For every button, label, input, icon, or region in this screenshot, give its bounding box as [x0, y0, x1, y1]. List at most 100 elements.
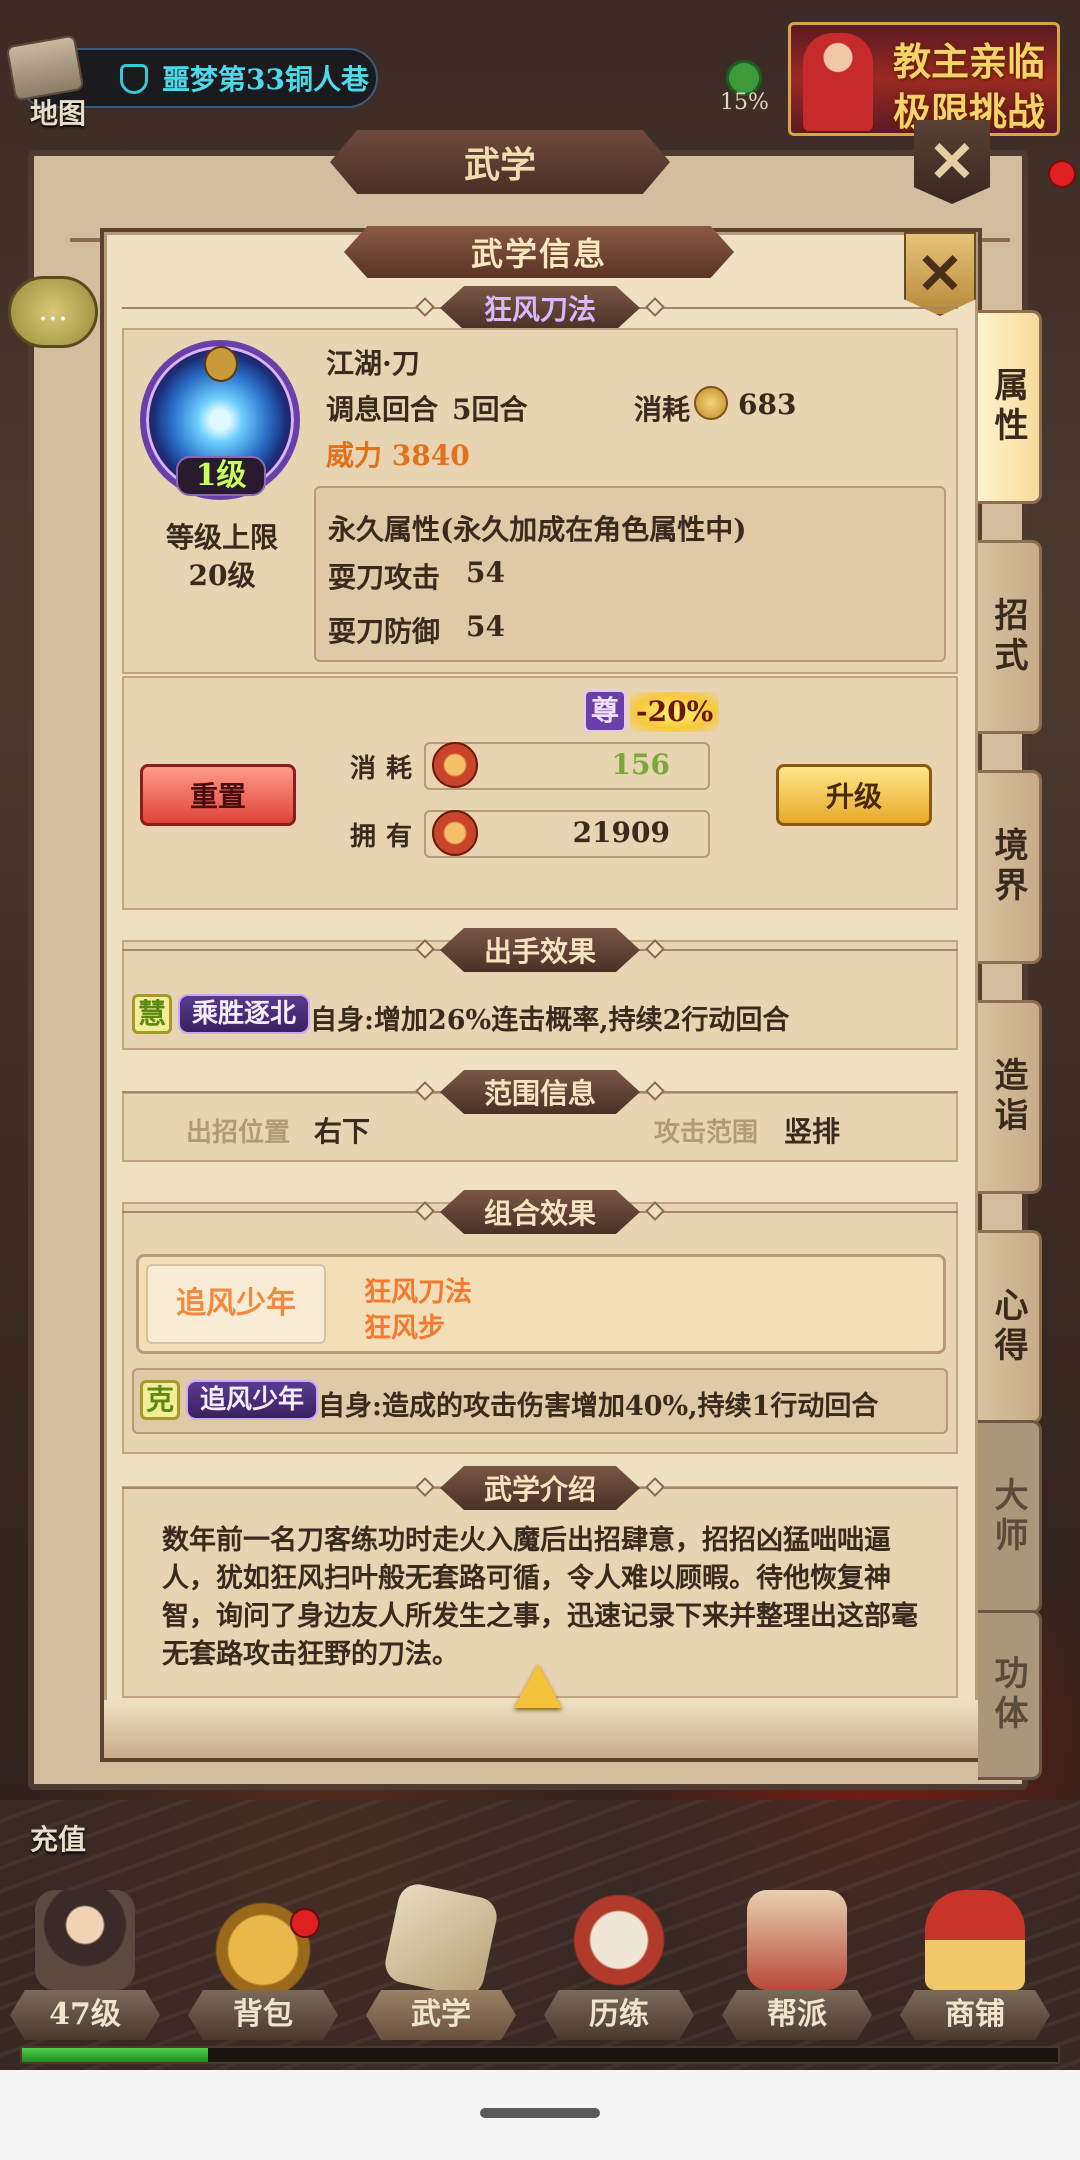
- event-title-line1: 教主亲临: [892, 39, 1045, 84]
- skill-power: 威力 3840: [326, 439, 470, 472]
- attack-range-label: 攻击范围: [654, 1118, 759, 1148]
- guild-scroll-icon: [747, 1890, 847, 1990]
- percent-label: 15%: [720, 90, 769, 115]
- own-value: 21909: [572, 816, 670, 849]
- diamond-ornament-icon: [645, 297, 665, 317]
- diamond-ornament-icon: [645, 939, 665, 959]
- location-text: 噩梦第33铜人巷: [162, 63, 369, 96]
- combo-member: 狂风刀法: [364, 1277, 472, 1308]
- combo-member: 狂风步: [364, 1313, 445, 1344]
- notification-dot: [1048, 160, 1076, 188]
- tab-realm[interactable]: 境界: [978, 770, 1042, 964]
- bag-icon: [213, 1890, 313, 1990]
- skill-school: 江湖·刀: [326, 347, 420, 380]
- tab-moves[interactable]: 招式: [978, 540, 1042, 734]
- consume-value: 156: [611, 748, 670, 781]
- diamond-ornament-icon: [415, 297, 435, 317]
- attack-range-value: 竖排: [784, 1115, 841, 1148]
- stat-value: 54: [466, 556, 505, 589]
- diamond-ornament-icon: [415, 939, 435, 959]
- cost-value: 683: [738, 388, 797, 421]
- section-title: 武学介绍: [439, 1466, 640, 1510]
- own-label: 拥有: [350, 822, 423, 852]
- nav-character[interactable]: 47级: [0, 1870, 170, 2070]
- stat-label: 耍刀防御: [328, 615, 441, 648]
- skill-name: 狂风刀法: [439, 286, 640, 330]
- diamond-ornament-icon: [415, 1201, 435, 1221]
- tab-mastery[interactable]: 造诣: [978, 1000, 1042, 1194]
- shop-icon: [925, 1890, 1025, 1990]
- upgrade-button[interactable]: 升级: [776, 764, 932, 826]
- nav-label: 背包: [188, 1990, 338, 2040]
- discount-label: -20%: [630, 692, 720, 732]
- dialog-title: 武学信息: [344, 226, 734, 278]
- scroll-book-icon: [381, 1880, 501, 2000]
- chat-bubble-icon[interactable]: …: [8, 276, 98, 348]
- character-avatar-icon: [35, 1890, 135, 1990]
- diamond-ornament-icon: [645, 1477, 665, 1497]
- diamond-ornament-icon: [415, 1477, 435, 1497]
- tab-insight[interactable]: 心得: [978, 1230, 1042, 1424]
- nav-label: 商铺: [900, 1990, 1050, 2040]
- effect-tag[interactable]: 乘胜逐北: [178, 994, 311, 1034]
- attack-position-value: 右下: [314, 1115, 371, 1148]
- shield-icon: [120, 64, 148, 94]
- martial-arts-window-title: 武学: [330, 130, 670, 194]
- intro-header: 武学介绍: [122, 1466, 958, 1510]
- nav-label: 47级: [10, 1990, 160, 2040]
- consume-label: 消耗: [350, 754, 423, 784]
- nav-bag[interactable]: 背包: [178, 1870, 348, 2070]
- diamond-ornament-icon: [645, 1201, 665, 1221]
- tab-attributes[interactable]: 属性: [978, 310, 1042, 504]
- wisdom-tag: 慧: [132, 994, 172, 1034]
- diamond-ornament-icon: [645, 1081, 665, 1101]
- attack-effect-header: 出手效果: [122, 928, 958, 972]
- range-info-header: 范围信息: [122, 1070, 958, 1114]
- experience-fill: [22, 2048, 208, 2062]
- back-window-close-button[interactable]: ✕: [914, 120, 990, 204]
- home-gesture-handle[interactable]: [480, 2108, 600, 2118]
- skill-point-icon: [432, 810, 478, 856]
- drum-icon: [569, 1890, 669, 1990]
- skill-description: 数年前一名刀客练功时走火入魔后出招肆意，招招凶猛咄咄逼人，犹如狂风扫叶般无套路可…: [162, 1525, 918, 1670]
- notification-dot: [290, 1908, 320, 1938]
- section-title: 范围信息: [439, 1070, 640, 1114]
- nav-training[interactable]: 历练: [534, 1870, 704, 2070]
- bottom-navigation: 47级 背包 武学 历练 帮派 商铺: [0, 1870, 1080, 2070]
- skill-level-badge: 1级: [176, 456, 266, 496]
- combo-effect-tag[interactable]: 追风少年: [186, 1380, 319, 1420]
- recharge-label[interactable]: 充值: [30, 1818, 86, 1858]
- stat-value: 54: [466, 610, 505, 643]
- breath-rounds-label: 调息回合: [326, 393, 439, 426]
- map-label[interactable]: 地图: [30, 92, 86, 132]
- section-title: 组合效果: [439, 1190, 640, 1234]
- level-cap-value: 20级: [188, 559, 256, 592]
- combo-name: 追风少年: [146, 1264, 326, 1344]
- attack-position-label: 出招位置: [186, 1118, 291, 1148]
- skill-name-header: 狂风刀法: [122, 286, 958, 330]
- tab-master[interactable]: 大师: [978, 1420, 1042, 1614]
- breath-rounds-value: 5回合: [452, 393, 528, 426]
- combo-effect-description: 自身:造成的攻击伤害增加40%,持续1行动回合: [318, 1391, 879, 1422]
- counter-tag: 克: [140, 1380, 180, 1420]
- cost-label: 消耗: [634, 393, 691, 426]
- diamond-ornament-icon: [415, 1081, 435, 1101]
- nav-label: 武学: [366, 1990, 516, 2040]
- dialog-footer: [104, 1700, 978, 1758]
- nav-shop[interactable]: 商铺: [890, 1870, 1060, 2070]
- combo-header: 组合效果: [122, 1190, 958, 1234]
- reset-button[interactable]: 重置: [140, 764, 296, 826]
- nav-label: 历练: [544, 1990, 694, 2040]
- scroll-up-arrow-icon[interactable]: [514, 1664, 562, 1708]
- stat-label: 耍刀攻击: [328, 561, 441, 594]
- tab-body-art[interactable]: 功体: [978, 1610, 1042, 1780]
- level-cap-label: 等级上限: [165, 521, 278, 554]
- vip-rank-badge: 尊: [584, 690, 626, 732]
- event-banner[interactable]: 教主亲临 极限挑战: [788, 22, 1060, 136]
- skill-point-icon: [432, 742, 478, 788]
- internal-energy-icon: [694, 386, 728, 420]
- nav-guild[interactable]: 帮派: [712, 1870, 882, 2070]
- nav-martial-arts[interactable]: 武学: [356, 1870, 526, 2070]
- nav-label: 帮派: [722, 1990, 872, 2040]
- section-title: 出手效果: [439, 928, 640, 972]
